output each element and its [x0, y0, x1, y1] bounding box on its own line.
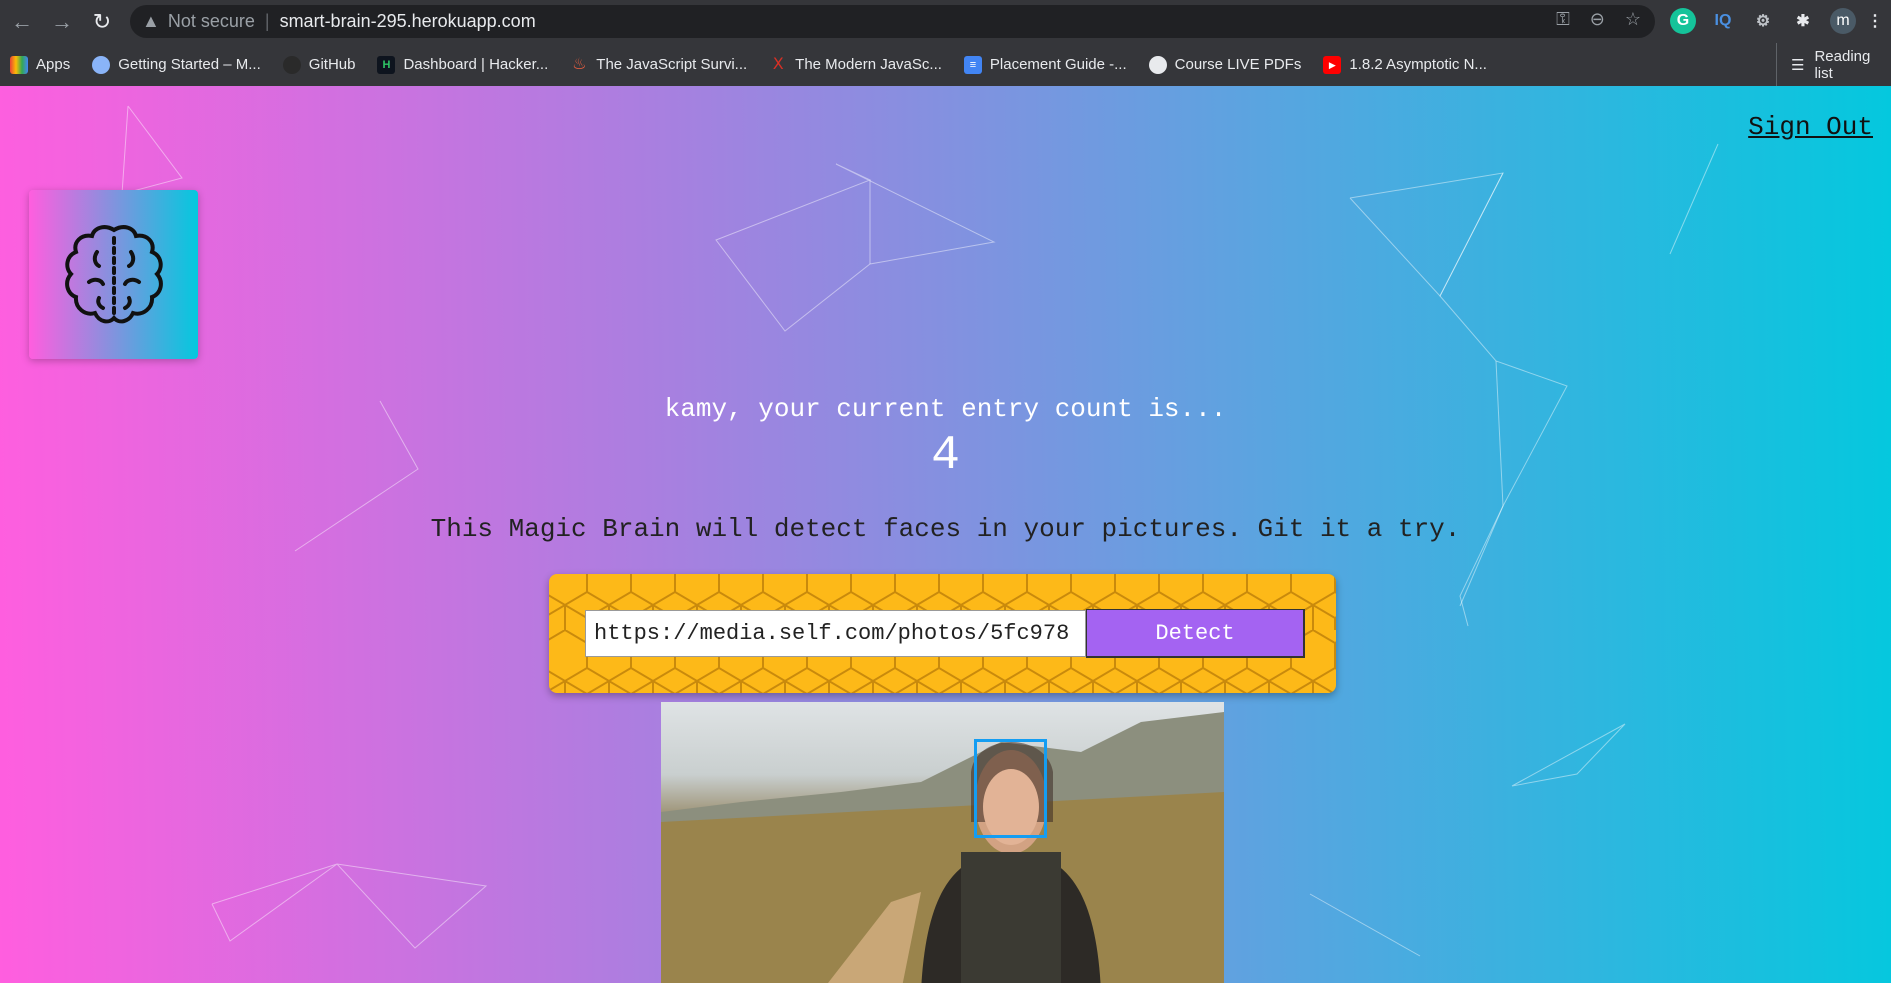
grammarly-icon[interactable]: G	[1670, 8, 1696, 34]
app-page: Sign Out kamy, your current entry count …	[0, 86, 1891, 983]
puzzle-icon[interactable]: ✱	[1790, 8, 1816, 34]
app-logo[interactable]	[29, 190, 198, 359]
bookmarks-bar: Apps Getting Started – M... GitHub H Dash…	[0, 43, 1891, 86]
intro-text: This Magic Brain will detect faces in yo…	[430, 514, 1461, 544]
zoom-icon[interactable]: ⊖	[1590, 9, 1605, 30]
bookmark-asymptotic[interactable]: ▶ 1.8.2 Asymptotic N...	[1323, 55, 1487, 74]
bookmark-github[interactable]: GitHub	[282, 55, 355, 74]
image-url-input[interactable]	[585, 610, 1086, 657]
bookmark-placement-guide[interactable]: ≡ Placement Guide -...	[963, 55, 1127, 74]
tower-icon: Ⅹ	[772, 55, 784, 73]
owl-icon	[92, 55, 111, 74]
bookmark-apps[interactable]: Apps	[10, 55, 70, 74]
brain-icon	[64, 224, 163, 323]
url-text[interactable]: smart-brain-295.herokuapp.com	[280, 11, 536, 32]
photo-scene	[661, 712, 1224, 983]
security-label[interactable]: Not secure	[168, 11, 255, 32]
face-bounding-box	[974, 739, 1047, 838]
warning-icon: ▲	[142, 11, 160, 31]
back-icon[interactable]: ←	[2, 9, 42, 35]
reload-icon[interactable]: ↻	[82, 9, 122, 35]
forward-icon[interactable]: →	[42, 9, 82, 35]
entry-count-label: kamy, your current entry count is...	[664, 394, 1227, 424]
gear-icon[interactable]: ⚙	[1750, 8, 1776, 34]
bookmark-modern-js[interactable]: Ⅹ The Modern JavaSc...	[769, 56, 942, 74]
star-icon[interactable]: ☆	[1625, 9, 1641, 30]
face-detection-image	[661, 702, 1224, 983]
github-icon	[282, 55, 301, 74]
hackerrank-icon: H	[377, 55, 396, 74]
apps-grid-icon	[10, 55, 28, 74]
menu-icon[interactable]: ⋮	[1867, 8, 1883, 34]
docs-icon: ≡	[963, 55, 982, 74]
detect-button[interactable]: Detect	[1086, 609, 1305, 658]
bookmark-getting-started[interactable]: Getting Started – M...	[92, 55, 261, 74]
sign-out-link[interactable]: Sign Out	[1748, 112, 1873, 142]
profile-avatar[interactable]: m	[1830, 8, 1856, 34]
reading-list-button[interactable]: ☰ Reading list	[1776, 43, 1891, 86]
browser-chrome: ← → ↻ ▲ Not secure | smart-brain-295.her…	[0, 0, 1891, 86]
flame-icon: ♨	[572, 55, 587, 73]
entry-count: 4	[931, 429, 960, 483]
key-icon[interactable]: ⚿	[1556, 9, 1570, 30]
globe-icon	[1148, 55, 1167, 74]
bookmark-js-survival[interactable]: ♨ The JavaScript Survi...	[570, 56, 747, 74]
reading-list-icon: ☰	[1791, 56, 1805, 74]
bookmark-hackerrank[interactable]: H Dashboard | Hacker...	[377, 55, 548, 74]
image-link-form: Detect	[549, 574, 1336, 693]
bookmark-course-pdfs[interactable]: Course LIVE PDFs	[1148, 55, 1301, 74]
iq-icon[interactable]: IQ	[1710, 8, 1736, 34]
address-bar[interactable]: ▲ Not secure | smart-brain-295.herokuapp…	[130, 5, 1655, 38]
youtube-icon: ▶	[1323, 55, 1342, 74]
